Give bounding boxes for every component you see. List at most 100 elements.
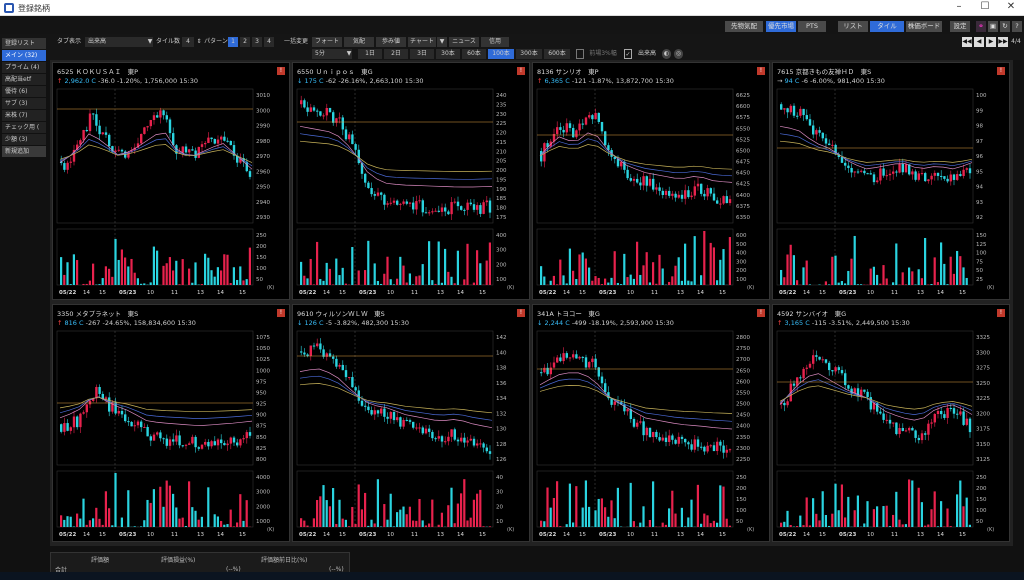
pattern-3-button[interactable]: 3	[252, 37, 262, 47]
list-button[interactable]: リスト	[838, 21, 868, 32]
capture-icon[interactable]: ▣	[988, 21, 998, 32]
minimize-button[interactable]: –	[946, 1, 972, 15]
maximize-button[interactable]: ☐	[972, 1, 998, 15]
alert-icon[interactable]: !	[757, 67, 765, 75]
zoom-icon[interactable]: ◐	[662, 49, 671, 59]
stock-tile[interactable]: 240 235 230 225 220 215 210 205 200 195 190 185 180 1…	[292, 62, 530, 300]
candle	[844, 162, 847, 166]
margin-button[interactable]: 信用	[481, 37, 509, 47]
period-30[interactable]: 30本	[436, 49, 460, 59]
period-600[interactable]: 600本	[544, 49, 570, 59]
sidebar-item-main[interactable]: メイン (32)	[2, 50, 46, 61]
volume-checkbox[interactable]: ✓	[624, 49, 632, 59]
chart-button[interactable]: チャート	[408, 37, 436, 47]
period-1d[interactable]: 1日	[358, 49, 382, 59]
volume-bar	[594, 510, 597, 527]
tile-header[interactable]: 341A トヨコー 東G	[537, 308, 600, 318]
pattern-4-button[interactable]: 4	[264, 37, 274, 47]
tab-display-select[interactable]: 出来高	[85, 37, 153, 47]
tick-button[interactable]: 歩み値	[376, 37, 406, 47]
candle	[696, 439, 700, 447]
moving-average-line	[539, 372, 733, 430]
volume-bar	[549, 280, 552, 285]
stock-tile[interactable]: 3010 3000 2990 2980 2970 2960 2950 2940 2930 250 2…	[52, 62, 290, 300]
link-icon[interactable]: ⚭	[976, 21, 986, 32]
pattern-2-button[interactable]: 2	[240, 37, 250, 47]
tile-button[interactable]: タイル	[870, 21, 904, 32]
stock-tile[interactable]: 6625 6600 6575 6550 6525 6500 6475 6450 6425 6400…	[532, 62, 770, 300]
help-icon[interactable]: ?	[1012, 21, 1022, 32]
settings-button[interactable]: 設定	[950, 21, 970, 32]
stock-tile[interactable]: 100 99 98 97 96 95 94 93 92 150 125 100 75 50 25 (K) 05/…	[772, 62, 1010, 300]
chevron-down-icon[interactable]: ▼	[147, 37, 153, 47]
tile-header[interactable]: 8136 サンリオ 東P	[537, 66, 599, 76]
tile-quote: ↑ 6,365 C -121 -1.87%, 13,872,700 15:30	[537, 77, 674, 85]
refresh-icon[interactable]: ↻	[1000, 21, 1010, 32]
period-3d[interactable]: 3日	[410, 49, 434, 59]
fort-button[interactable]: フォート	[312, 37, 342, 47]
period-2d[interactable]: 2日	[384, 49, 408, 59]
tab-display-label: タブ表示	[56, 38, 81, 45]
volume-tick-label: 200	[736, 268, 747, 274]
quote-button[interactable]: 気配	[344, 37, 374, 47]
candle	[888, 419, 892, 424]
close-button[interactable]: ✕	[998, 1, 1024, 15]
volume-tick-label: 200	[496, 262, 507, 268]
stock-tile[interactable]: 2800 2750 2700 2650 2600 2550 2500 2450 2400 2350…	[532, 304, 770, 542]
volume-bar	[184, 526, 187, 527]
alert-icon[interactable]: !	[757, 309, 765, 317]
news-button[interactable]: ニュース	[449, 37, 479, 47]
sidebar-item-high-dividend[interactable]: 高配当etf	[2, 74, 46, 85]
candle	[312, 107, 316, 111]
tile-header[interactable]: 7615 京都きもの友禅ＨＤ 東S	[777, 66, 871, 76]
last-page-icon[interactable]: ▶▶	[998, 37, 1008, 47]
candle	[216, 139, 220, 144]
sidebar-item-sub[interactable]: サブ (3)	[2, 98, 46, 109]
candle	[220, 439, 223, 444]
alert-icon[interactable]: !	[277, 309, 285, 317]
pattern-1-button[interactable]: 1	[228, 37, 238, 47]
tile-header[interactable]: 3350 メタプラネット 東S	[57, 308, 138, 318]
futures-quote-button[interactable]: 先物気配	[725, 21, 763, 32]
volume-bar	[556, 481, 559, 527]
sidebar-item-us-stocks[interactable]: 米株 (7)	[2, 110, 46, 121]
stepper-icon[interactable]: ⇕	[196, 37, 202, 47]
stock-board-button[interactable]: 株価ボード	[906, 21, 942, 32]
sidebar-item-check[interactable]: チェック用 (	[2, 122, 46, 133]
tile-header[interactable]: 4592 サンバイオ 東G	[777, 308, 846, 318]
interval-chevron-icon[interactable]: ▼	[346, 49, 352, 59]
alert-icon[interactable]: !	[277, 67, 285, 75]
add-new-list-button[interactable]: 新規追加	[2, 146, 46, 157]
priority-market-button[interactable]: 優先市場	[766, 21, 796, 32]
chart-dropdown-button[interactable]: ▼	[437, 37, 447, 47]
alert-icon[interactable]: !	[517, 67, 525, 75]
sidebar-item-small[interactable]: 少額 (3)	[2, 134, 46, 145]
alert-icon[interactable]: !	[517, 309, 525, 317]
alert-icon[interactable]: !	[997, 67, 1005, 75]
volume-bar	[485, 260, 488, 285]
alert-icon[interactable]: !	[997, 309, 1005, 317]
next-page-icon[interactable]: ▶	[986, 37, 996, 47]
price-tick-label: 6475	[736, 160, 750, 166]
tile-count-stepper[interactable]: 4	[182, 37, 194, 47]
volume-bar	[133, 526, 136, 527]
range-checkbox[interactable]	[576, 49, 584, 59]
stock-tile[interactable]: 3325 3300 3275 3250 3225 3200 3175 3150 3125 250 2…	[772, 304, 1010, 542]
pts-button[interactable]: PTS	[798, 21, 826, 32]
tile-header[interactable]: 9610 ウィルソンＷＬＷ 東S	[297, 308, 385, 318]
prev-page-icon[interactable]: ◀	[974, 37, 984, 47]
period-60[interactable]: 60本	[462, 49, 486, 59]
candle	[383, 408, 386, 417]
period-300[interactable]: 300本	[516, 49, 542, 59]
first-page-icon[interactable]: ◀◀	[962, 37, 972, 47]
settings-circle-icon[interactable]: ◎	[674, 49, 683, 59]
stock-tile[interactable]: 142 140 138 136 134 132 130 128 126 40 30 20 10 (K) 05…	[292, 304, 530, 542]
sidebar-item-benefits[interactable]: 優待 (6)	[2, 86, 46, 97]
volume-bar	[88, 520, 91, 527]
tile-header[interactable]: 6525 ＫＯＫＵＳＡＩ 東P	[57, 66, 138, 76]
stock-tile[interactable]: 1075 1050 1025 1000 975 950 925 900 875 850 825 800…	[52, 304, 290, 542]
period-100[interactable]: 100本	[488, 49, 514, 59]
candle	[396, 200, 399, 205]
sidebar-item-prime[interactable]: プライム (4)	[2, 62, 46, 73]
tile-header[interactable]: 6550 Ｕｎｉｐｏｓ 東G	[297, 66, 373, 76]
